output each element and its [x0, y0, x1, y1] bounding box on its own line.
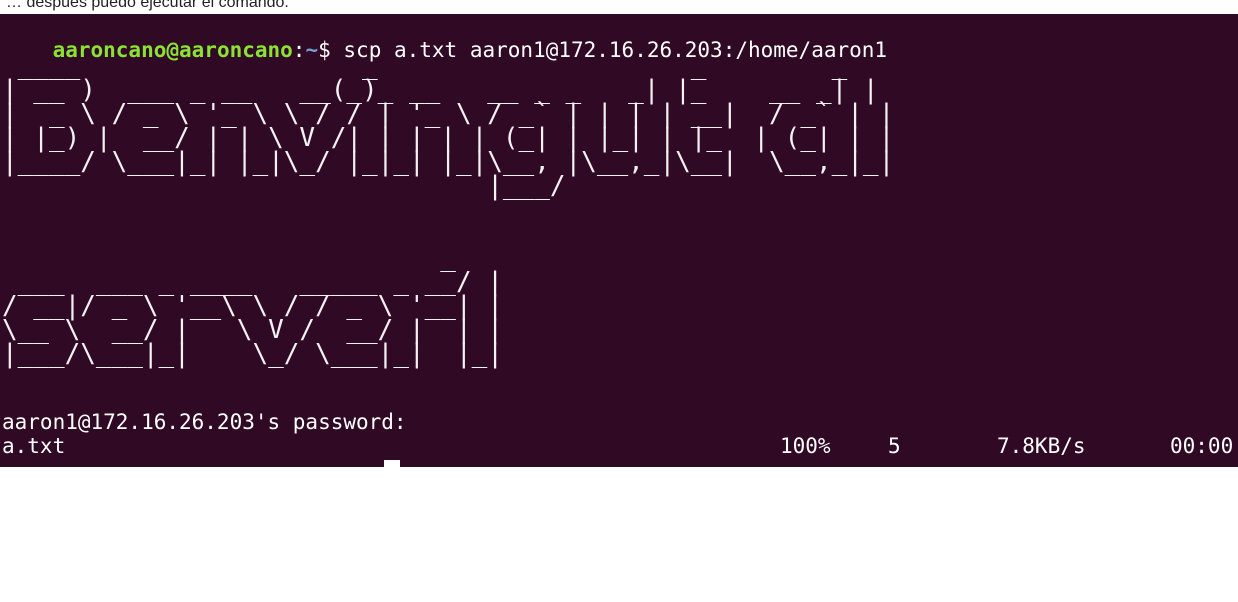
transfer-rate: 7.8KB/s	[997, 434, 1086, 458]
password-prompt: aaron1@172.16.26.203's password:	[2, 410, 407, 434]
transfer-time: 00:00	[1170, 434, 1234, 458]
transfer-size: 5	[888, 434, 901, 458]
welcome-banner-line-1: ____ _ _ _ | __ ) ___ _ __ __(_)_ __ __ …	[2, 51, 895, 201]
terminal-window[interactable]: aaroncano@aaroncano:~$ scp a.txt aaron1@…	[0, 14, 1238, 470]
transfer-progress-row: a.txt 100% 5 7.8KB/s 00:00	[2, 434, 1238, 458]
terminal-cursor	[384, 460, 400, 470]
transfer-percent: 100%	[780, 434, 831, 458]
page-caption: … despues puedo ejecutar el comando.	[6, 0, 289, 11]
welcome-banner-line-2: _ ___ ___ _ ____ _____ _ __/ | / __|/ _ …	[2, 243, 503, 369]
transfer-file-name: a.txt	[2, 434, 66, 458]
